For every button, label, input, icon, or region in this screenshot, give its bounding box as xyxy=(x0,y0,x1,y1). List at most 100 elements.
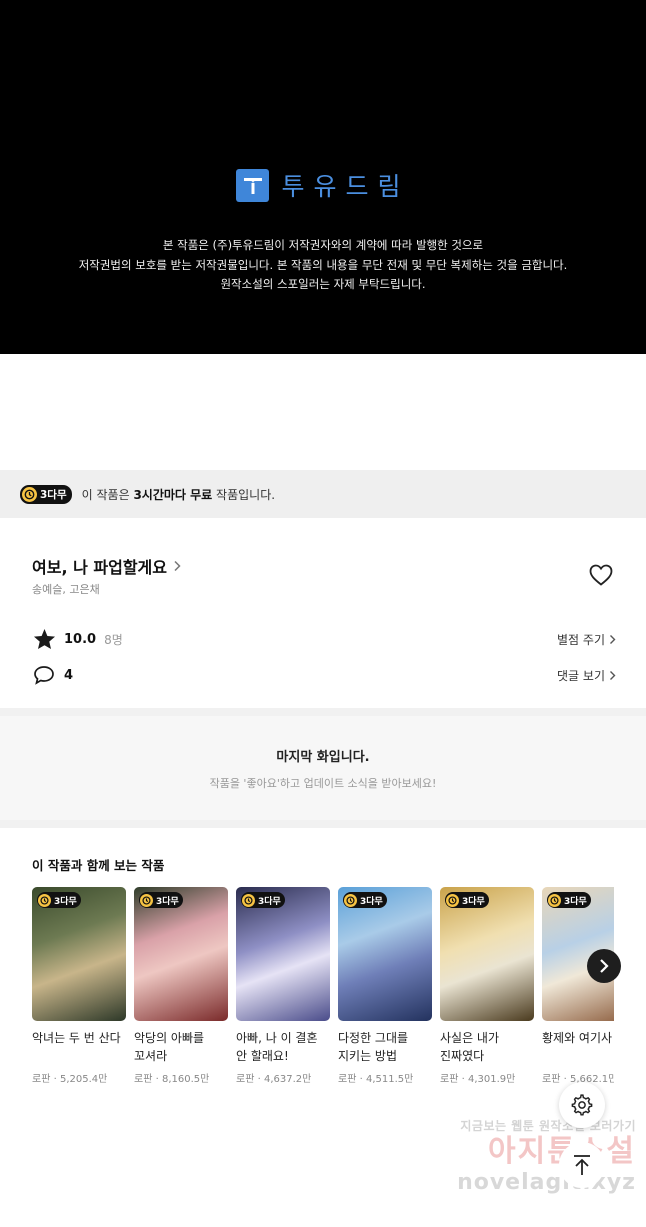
comment-count: 4 xyxy=(64,667,74,683)
card-meta: 로판 · 8,160.5만 xyxy=(134,1074,210,1085)
work-title: 여보, 나 파업할게요 xyxy=(32,558,167,577)
watermark: 지금보는 웹툰 원작소설 보러가기 아지툰소설 novelagit.xyz xyxy=(436,1117,636,1196)
card-views: 4,637.2만 xyxy=(263,1074,312,1085)
comment-row: 4 댓글 보기 xyxy=(32,663,616,687)
recommendations-section: 이 작품과 함께 보는 작품 3다무 악녀는 두 번 산다 로판 · 5,205… xyxy=(0,828,646,1111)
recommendation-card[interactable]: 3다무 황제와 여기사 로판 · 5,662.1만 xyxy=(542,887,614,1085)
card-title: 아빠, 나 이 결혼 안 할래요! xyxy=(236,1031,318,1063)
watermark-line: novelagit.xyz xyxy=(457,1170,636,1195)
recommendation-card[interactable]: 3다무 아빠, 나 이 결혼 안 할래요! 로판 · 4,637.2만 xyxy=(236,887,330,1085)
clock-icon xyxy=(548,893,561,907)
card-meta: 로판 · 4,511.5만 xyxy=(338,1074,414,1085)
badge-label: 3다무 xyxy=(462,896,485,907)
card-meta: 로판 · 4,301.9만 xyxy=(440,1074,516,1085)
clock-icon xyxy=(140,893,153,907)
card-title: 다정한 그대를 지키는 방법 xyxy=(338,1031,409,1063)
settings-button[interactable] xyxy=(559,1082,605,1128)
work-title-link[interactable]: 여보, 나 파업할게요 xyxy=(32,554,181,578)
clock-icon xyxy=(344,893,357,907)
recommendation-card[interactable]: 3다무 악당의 아빠를 꼬셔라 로판 · 8,160.5만 xyxy=(134,887,228,1085)
chevron-right-icon xyxy=(610,670,616,680)
free-policy-text: 이 작품은 3시간마다 무료 작품입니다. xyxy=(82,486,275,503)
badge-label: 3다무 xyxy=(564,896,587,907)
card-title: 황제와 여기사 xyxy=(542,1031,613,1045)
card-views: 4,301.9만 xyxy=(467,1074,516,1085)
recommendation-card[interactable]: 3다무 악녀는 두 번 산다 로판 · 5,205.4만 xyxy=(32,887,126,1085)
brand-logo-icon xyxy=(236,168,270,202)
work-authors: 송예슬, 고은채 xyxy=(32,583,100,596)
card-views: 8,160.5만 xyxy=(161,1074,210,1085)
wait-free-badge: 3다무 xyxy=(547,892,591,908)
carousel-next-button[interactable] xyxy=(587,949,621,983)
recommendations-heading: 이 작품과 함께 보는 작품 xyxy=(32,858,165,873)
cover-image: 3다무 xyxy=(236,887,330,1021)
recommendation-card[interactable]: 3다무 다정한 그대를 지키는 방법 로판 · 4,511.5만 xyxy=(338,887,432,1085)
rating-row: 10.0 8명 별점 주기 xyxy=(32,627,616,651)
recommendation-card[interactable]: 3다무 사실은 내가 진짜였다 로판 · 4,301.9만 xyxy=(440,887,534,1085)
card-genre: 로판 xyxy=(542,1074,561,1085)
card-genre: 로판 xyxy=(338,1074,357,1085)
card-views: 4,511.5만 xyxy=(365,1074,414,1085)
badge-label: 3다무 xyxy=(258,896,281,907)
badge-label: 3다무 xyxy=(360,896,383,907)
star-icon xyxy=(32,627,56,651)
episode-end-page: 투유드림 본 작품은 (주)투유드림이 저작권자와의 계약에 따라 발행한 것으… xyxy=(0,0,646,1227)
watermark-line: 아지툰소설 xyxy=(436,1134,636,1170)
card-meta: 로판 · 4,637.2만 xyxy=(236,1074,312,1085)
comments-button[interactable]: 댓글 보기 xyxy=(557,667,616,684)
chevron-right-icon xyxy=(600,959,609,973)
comment-bubble-icon xyxy=(32,663,56,687)
wait-free-badge: 3다무 xyxy=(445,892,489,908)
copyright-notice: 본 작품은 (주)투유드림이 저작권자와의 계약에 따라 발행한 것으로 저작권… xyxy=(0,236,646,295)
last-episode-title: 마지막 화입니다. xyxy=(276,750,370,765)
free-text-bold: 3시간마다 무료 xyxy=(133,487,213,502)
notice-line: 원작소설의 스포일러는 자제 부탁드립니다. xyxy=(220,277,426,291)
section-divider xyxy=(0,820,646,828)
wait-free-badge: 3다무 xyxy=(20,484,72,504)
copyright-banner: 투유드림 본 작품은 (주)투유드림이 저작권자와의 계약에 따라 발행한 것으… xyxy=(0,0,646,354)
last-episode-subtitle: 작품을 '좋아요'하고 업데이트 소식을 받아보세요! xyxy=(209,777,437,790)
rating-value: 10.0 xyxy=(64,631,97,647)
card-meta: 로판 · 5,205.4만 xyxy=(32,1074,108,1085)
rating-count: 8명 xyxy=(104,632,123,647)
cover-image: 3다무 xyxy=(440,887,534,1021)
free-policy-bar: 3다무 이 작품은 3시간마다 무료 작품입니다. xyxy=(0,470,646,518)
badge-label: 3다무 xyxy=(54,896,77,907)
notice-line: 저작권법의 보호를 받는 저작권물입니다. 본 작품의 내용을 무단 전재 및 … xyxy=(78,257,568,272)
wait-free-badge: 3다무 xyxy=(343,892,387,908)
heart-outline-icon[interactable] xyxy=(589,564,613,586)
card-genre: 로판 xyxy=(134,1074,153,1085)
section-divider xyxy=(0,708,646,716)
rate-button[interactable]: 별점 주기 xyxy=(557,631,616,648)
wait-free-badge: 3다무 xyxy=(241,892,285,908)
clock-icon xyxy=(38,893,51,907)
cover-image: 3다무 xyxy=(338,887,432,1021)
badge-label: 3다무 xyxy=(40,488,67,501)
comments-label: 댓글 보기 xyxy=(557,668,605,683)
notice-line: 본 작품은 (주)투유드림이 저작권자와의 계약에 따라 발행한 것으로 xyxy=(162,238,484,252)
card-genre: 로판 xyxy=(440,1074,459,1085)
clock-icon xyxy=(22,486,37,502)
chevron-right-icon xyxy=(174,560,181,572)
brand: 투유드림 xyxy=(0,167,646,203)
card-title: 악녀는 두 번 산다 xyxy=(32,1031,121,1045)
wait-free-badge: 3다무 xyxy=(37,892,81,908)
rate-label: 별점 주기 xyxy=(557,632,605,647)
card-views: 5,205.4만 xyxy=(59,1074,108,1085)
arrow-up-icon xyxy=(574,1155,590,1175)
free-text-prefix: 이 작품은 xyxy=(81,487,134,502)
card-genre: 로판 xyxy=(236,1074,255,1085)
brand-name: 투유드림 xyxy=(281,172,410,201)
card-genre: 로판 xyxy=(32,1074,51,1085)
badge-label: 3다무 xyxy=(156,896,179,907)
recommendations-carousel: 3다무 악녀는 두 번 산다 로판 · 5,205.4만 3다무 악당의 아빠를… xyxy=(32,887,614,1097)
gear-icon xyxy=(571,1094,593,1116)
card-title: 사실은 내가 진짜였다 xyxy=(440,1031,500,1063)
clock-icon xyxy=(242,893,255,907)
watermark-line: 지금보는 웹툰 원작소설 보러가기 xyxy=(460,1119,636,1133)
chevron-right-icon xyxy=(610,634,616,644)
cover-image: 3다무 xyxy=(134,887,228,1021)
scroll-to-top-button[interactable] xyxy=(559,1142,605,1188)
wait-free-badge: 3다무 xyxy=(139,892,183,908)
last-episode-notice: 마지막 화입니다. 작품을 '좋아요'하고 업데이트 소식을 받아보세요! xyxy=(0,716,646,820)
